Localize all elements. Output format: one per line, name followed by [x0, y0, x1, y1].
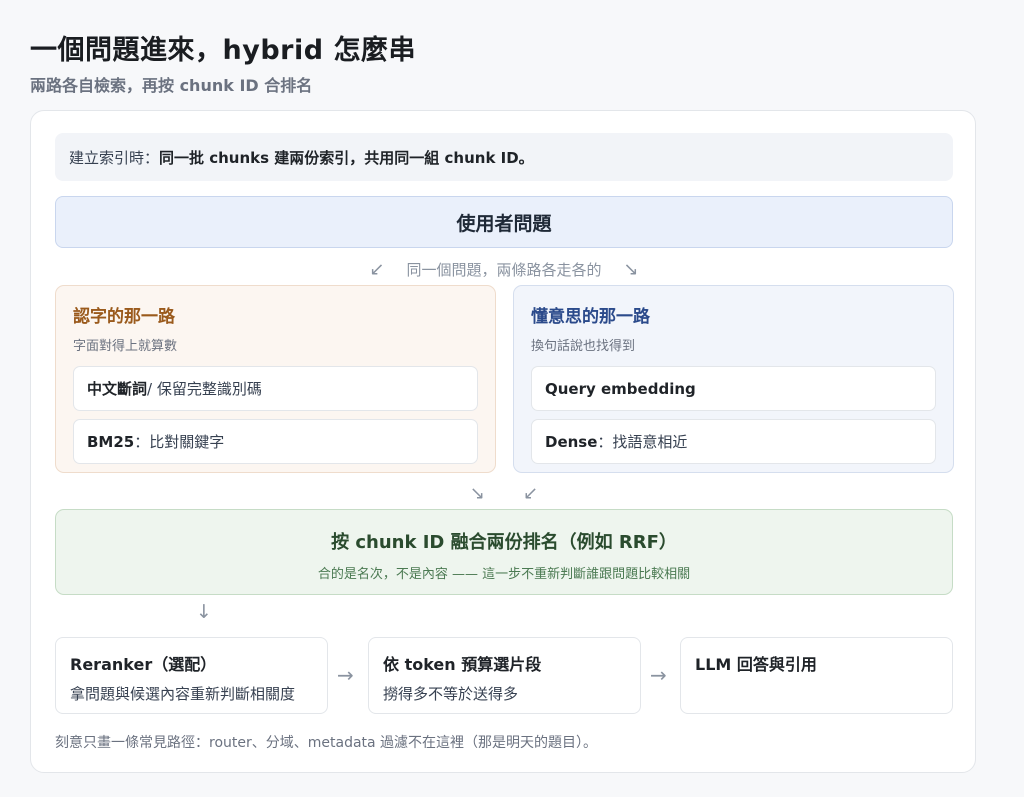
- split-right-arrow-icon: ↘: [623, 258, 639, 280]
- semantic-step-dense-rest: ：找語意相近: [597, 433, 688, 451]
- lexical-lane-subtitle: 字面對得上就算數: [73, 339, 178, 354]
- page-subtitle: 兩路各自檢索，再按 chunk ID 合排名: [30, 76, 313, 95]
- index-note: 建立索引時： 同一批 chunks 建兩份索引，共用同一組 chunk ID。: [55, 133, 953, 181]
- step-llm-answer: LLM 回答與引用: [680, 637, 953, 714]
- user-question-box: 使用者問題: [55, 196, 953, 248]
- step-reranker-desc: 拿問題與候選內容重新判斷相關度: [70, 685, 296, 703]
- down-arrow-icon: ↓: [196, 601, 212, 623]
- lexical-step-bm25-bold: BM25: [87, 432, 135, 451]
- footnote: 刻意只畫一條常見路徑：router、分域、metadata 過濾不在這裡（那是明…: [55, 735, 598, 751]
- split-row: ↙ 同一個問題，兩條路各走各的 ↘: [55, 257, 953, 281]
- index-note-bold: 同一批 chunks 建兩份索引，共用同一組 chunk ID。: [159, 148, 534, 167]
- step-token-budget: 依 token 預算選片段 撈得多不等於送得多: [368, 637, 641, 714]
- split-left-arrow-icon: ↙: [369, 258, 385, 280]
- lexical-lane-title: 認字的那一路: [73, 307, 175, 327]
- step-token-budget-desc: 撈得多不等於送得多: [383, 685, 519, 703]
- semantic-step-embedding: Query embedding: [531, 366, 936, 411]
- lexical-lane: 認字的那一路 字面對得上就算數 中文斷詞 / 保留完整識別碼 BM25 ：比對關鍵…: [55, 285, 496, 473]
- step-reranker-title: Reranker（選配）: [70, 655, 217, 674]
- fusion-title: 按 chunk ID 融合兩份排名（例如 RRF）: [331, 532, 677, 553]
- lexical-step-bm25-rest: ：比對關鍵字: [134, 433, 225, 451]
- fusion-subtitle: 合的是名次，不是內容 —— 這一步不重新判斷誰跟問題比較相關: [317, 567, 691, 582]
- step-llm-answer-title: LLM 回答與引用: [695, 655, 817, 674]
- semantic-lane-subtitle: 換句話說也找得到: [531, 339, 636, 354]
- step-token-budget-title: 依 token 預算選片段: [383, 655, 542, 674]
- lexical-step-tokenize: 中文斷詞 / 保留完整識別碼: [73, 366, 478, 411]
- semantic-lane-title: 懂意思的那一路: [531, 307, 650, 327]
- semantic-lane: 懂意思的那一路 換句話說也找得到 Query embedding Dense ：找…: [513, 285, 954, 473]
- merge-left-arrow-icon: ↘: [469, 483, 485, 504]
- merge-right-arrow-icon: ↙: [523, 483, 539, 504]
- merge-arrows: ↘ ↙: [55, 483, 953, 507]
- semantic-step-embedding-bold: Query embedding: [545, 379, 696, 398]
- index-note-prefix: 建立索引時：: [69, 148, 160, 167]
- step-arrow-icon: →: [650, 663, 667, 687]
- page-title: 一個問題進來，hybrid 怎麼串: [30, 35, 416, 66]
- diagram-card: 建立索引時： 同一批 chunks 建兩份索引，共用同一組 chunk ID。 使…: [30, 110, 976, 773]
- semantic-step-dense: Dense ：找語意相近: [531, 419, 936, 464]
- step-reranker: Reranker（選配） 拿問題與候選內容重新判斷相關度: [55, 637, 328, 714]
- lexical-step-tokenize-bold: 中文斷詞: [87, 380, 148, 398]
- fusion-box: 按 chunk ID 融合兩份排名（例如 RRF） 合的是名次，不是內容 —— …: [55, 509, 953, 595]
- semantic-step-dense-bold: Dense: [545, 432, 598, 451]
- split-label: 同一個問題，兩條路各走各的: [406, 260, 602, 279]
- lexical-step-tokenize-rest: / 保留完整識別碼: [147, 380, 262, 398]
- lexical-step-bm25: BM25 ：比對關鍵字: [73, 419, 478, 464]
- step-arrow-icon: →: [337, 663, 354, 687]
